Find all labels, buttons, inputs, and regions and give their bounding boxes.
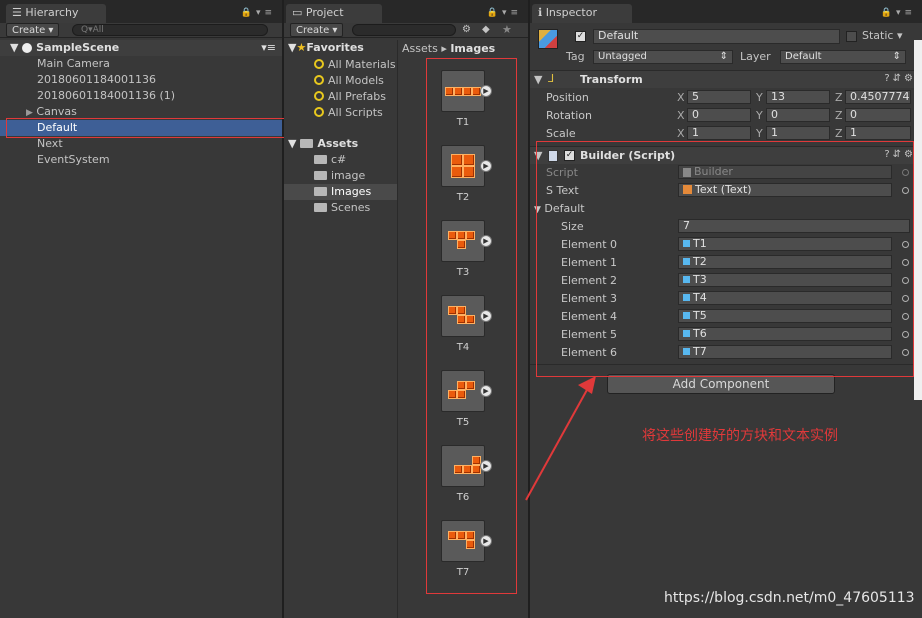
annotation-arrow bbox=[525, 376, 596, 501]
watermark: https://blog.csdn.net/m0_47605113 bbox=[664, 590, 915, 606]
annotation-text: 将这些创建好的方块和文本实例 bbox=[642, 428, 838, 444]
background-window-edge bbox=[914, 40, 922, 400]
